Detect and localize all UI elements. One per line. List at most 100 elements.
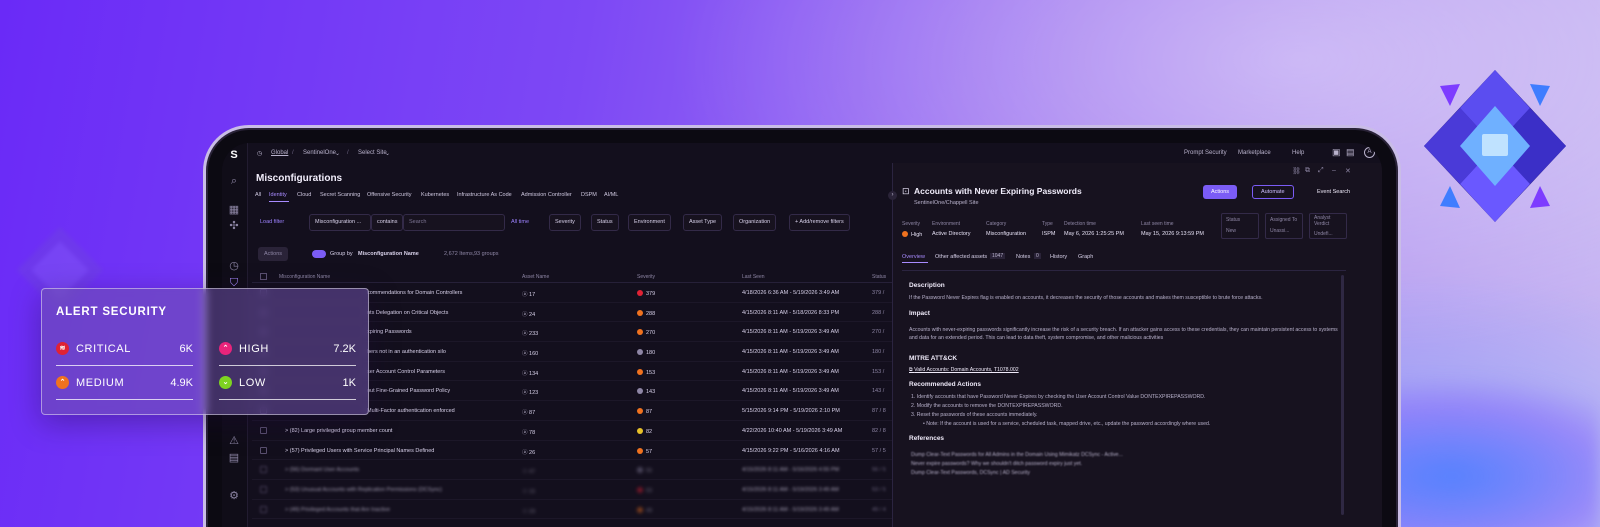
misconfiguration-name[interactable]: > (56) Dormant User Accounts — [285, 467, 359, 473]
brand-logo-icon[interactable]: S — [227, 148, 241, 162]
filter-field-select[interactable]: Misconfiguration ... — [309, 214, 371, 231]
group-by-toggle[interactable] — [312, 250, 326, 258]
breadcrumb-account[interactable]: SentinelOne — [303, 150, 336, 156]
actions-button[interactable]: Actions — [1203, 185, 1238, 199]
grid-icon[interactable]: ▦ — [227, 203, 241, 217]
row-checkbox[interactable] — [260, 426, 267, 434]
organization-filter[interactable]: Organization — [733, 214, 777, 231]
analyst-verdict-select[interactable]: Analyst Verdict Undefi... — [1309, 213, 1347, 239]
row-checkbox[interactable] — [260, 466, 267, 474]
misconfiguration-name[interactable]: > (82) Large privileged group member cou… — [285, 428, 392, 434]
misconfiguration-name[interactable]: commendations for Domain Controllers — [367, 290, 462, 296]
collapse-panel-icon[interactable]: › — [888, 191, 897, 200]
severity-icon — [637, 349, 643, 356]
column-header[interactable]: Last Seen — [742, 274, 765, 280]
tab-identity[interactable]: Identity — [269, 192, 287, 198]
minimize-icon[interactable]: – — [1332, 167, 1336, 174]
reference-link[interactable]: Dump Clear-Text Passwords, DCSync | AD S… — [911, 469, 1331, 477]
status-select[interactable]: Status New — [1221, 213, 1259, 239]
settings-icon[interactable]: ⚙ — [227, 489, 241, 503]
column-header[interactable]: Misconfiguration Name — [279, 274, 330, 280]
misconfiguration-name[interactable]: xpiring Passwords — [367, 329, 412, 335]
load-filter-button[interactable]: Load filter — [254, 214, 290, 231]
high-severity-icon — [902, 231, 908, 237]
tab-history[interactable]: History — [1050, 254, 1067, 260]
tab-offensive-security[interactable]: Offensive Security — [367, 192, 412, 198]
status-filter[interactable]: Status — [591, 214, 619, 231]
help-menu[interactable]: Help — [1292, 150, 1304, 156]
tab-other-assets[interactable]: Other affected assets — [935, 254, 987, 260]
breadcrumb-separator: / — [292, 150, 294, 156]
row-checkbox[interactable] — [260, 485, 267, 493]
asset-type-filter[interactable]: Asset Type — [683, 214, 723, 231]
alert-icon[interactable]: ⚠ — [227, 434, 241, 448]
severity-icon — [637, 309, 643, 316]
tab-secret-scanning[interactable]: Secret Scanning — [320, 192, 360, 198]
tab-graph[interactable]: Graph — [1078, 254, 1093, 260]
asset-count: ⓐ 26 — [522, 449, 536, 456]
misconfiguration-name[interactable]: > (57) Privileged Users with Service Pri… — [285, 448, 434, 454]
misconfiguration-name[interactable]: Multi-Factor authentication enforced — [367, 408, 455, 414]
scrollbar[interactable] — [1341, 275, 1344, 515]
notifications-icon[interactable]: ▤ — [1346, 147, 1355, 158]
notes-icon[interactable]: ▣ — [1332, 147, 1341, 158]
row-checkbox[interactable] — [260, 446, 267, 454]
reference-link[interactable]: Never expire passwords? Why we shouldn't… — [911, 460, 1331, 468]
tab-cloud[interactable]: Cloud — [297, 192, 311, 198]
environment-filter[interactable]: Environment — [628, 214, 671, 231]
row-checkbox[interactable] — [260, 505, 267, 513]
table-row[interactable]: > (53) Unusual Accounts with Replication… — [252, 480, 892, 500]
severity-icon — [637, 388, 643, 395]
event-search-button[interactable]: Event Search — [1317, 189, 1350, 195]
column-header[interactable]: Asset Name — [522, 274, 549, 280]
select-all-checkbox[interactable] — [260, 273, 267, 280]
link-icon[interactable]: ⛓ — [1292, 167, 1301, 175]
reference-link[interactable]: Dump Clear-Text Passwords for All Admins… — [911, 451, 1331, 459]
clock-icon[interactable]: ◷ — [227, 259, 241, 273]
network-icon[interactable]: ✣ — [227, 219, 241, 233]
table-row[interactable]: > (49) Privileged Accounts that Are Inac… — [252, 500, 892, 520]
calendar-icon[interactable]: ▤ — [227, 451, 241, 465]
severity-icon — [637, 408, 643, 415]
time-filter[interactable]: All time — [505, 214, 535, 231]
misconfiguration-name[interactable]: out Fine-Grained Password Policy — [367, 388, 450, 394]
misconfiguration-name[interactable]: > (49) Privileged Accounts that Are Inac… — [285, 507, 390, 513]
tab-dspm[interactable]: DSPM — [581, 192, 597, 198]
external-link-icon[interactable]: ⧉ — [1305, 167, 1310, 175]
misconfiguration-name[interactable]: > (53) Unusual Accounts with Replication… — [285, 487, 442, 493]
app-screen: S ⌕ ▦ ✣ ◷ ⛉ ⚠ ▤ ⚙ ◷ Global / SentinelOne… — [222, 143, 1382, 527]
high-stat: ⌃ HIGH 7.2K — [219, 342, 356, 366]
add-remove-filters-button[interactable]: + Add/remove filters — [789, 214, 850, 231]
tab-ai-ml[interactable]: AI/ML — [604, 192, 618, 198]
close-icon[interactable]: ✕ — [1345, 167, 1351, 175]
search-icon[interactable]: ⌕ — [227, 174, 241, 188]
marketplace-link[interactable]: Marketplace — [1238, 150, 1271, 156]
tab-admission-controller[interactable]: Admission Controller — [521, 192, 572, 198]
tab-iac[interactable]: Infrastructure As Code — [457, 192, 512, 198]
assigned-to-select[interactable]: Assigned To Unassi... — [1265, 213, 1303, 239]
filter-search-input[interactable]: Search — [403, 214, 505, 231]
expand-icon[interactable]: ⤢ — [1318, 167, 1324, 175]
table-row[interactable]: > (82) Large privileged group member cou… — [252, 421, 892, 441]
table-row[interactable]: > (57) Privileged Users with Service Pri… — [252, 441, 892, 461]
bulk-actions-button[interactable]: Actions — [258, 247, 289, 261]
filter-operator-select[interactable]: contains — [371, 214, 403, 231]
table-row[interactable]: > (56) Dormant User Accounts ⓐ 47 56 4/15/2… — [252, 460, 892, 480]
severity-filter[interactable]: Severity — [549, 214, 581, 231]
mitre-link[interactable]: ⧉ Valid Accounts: Domain Accounts, T1078… — [909, 367, 1019, 374]
misconfiguration-name[interactable]: ser Account Control Parameters — [367, 369, 445, 375]
group-by-field[interactable]: Misconfiguration Name — [358, 251, 419, 257]
column-header[interactable]: Severity — [637, 274, 655, 280]
tab-all[interactable]: All — [255, 192, 261, 198]
breadcrumb-site[interactable]: Select Site — [358, 150, 387, 156]
tab-overview[interactable]: Overview — [902, 254, 925, 260]
tab-kubernetes[interactable]: Kubernetes — [421, 192, 449, 198]
prompt-security-link[interactable]: Prompt Security — [1184, 150, 1227, 156]
misconfiguration-name[interactable]: nts Delegation on Critical Objects — [367, 310, 448, 316]
automate-button[interactable]: Automate — [1252, 185, 1294, 199]
tab-notes[interactable]: Notes — [1016, 254, 1030, 260]
avatar[interactable]: A — [1364, 147, 1375, 158]
misconfiguration-name[interactable]: bers not in an authentication silo — [367, 349, 446, 355]
breadcrumb-global[interactable]: Global — [271, 150, 288, 156]
column-header[interactable]: Status — [872, 274, 886, 280]
